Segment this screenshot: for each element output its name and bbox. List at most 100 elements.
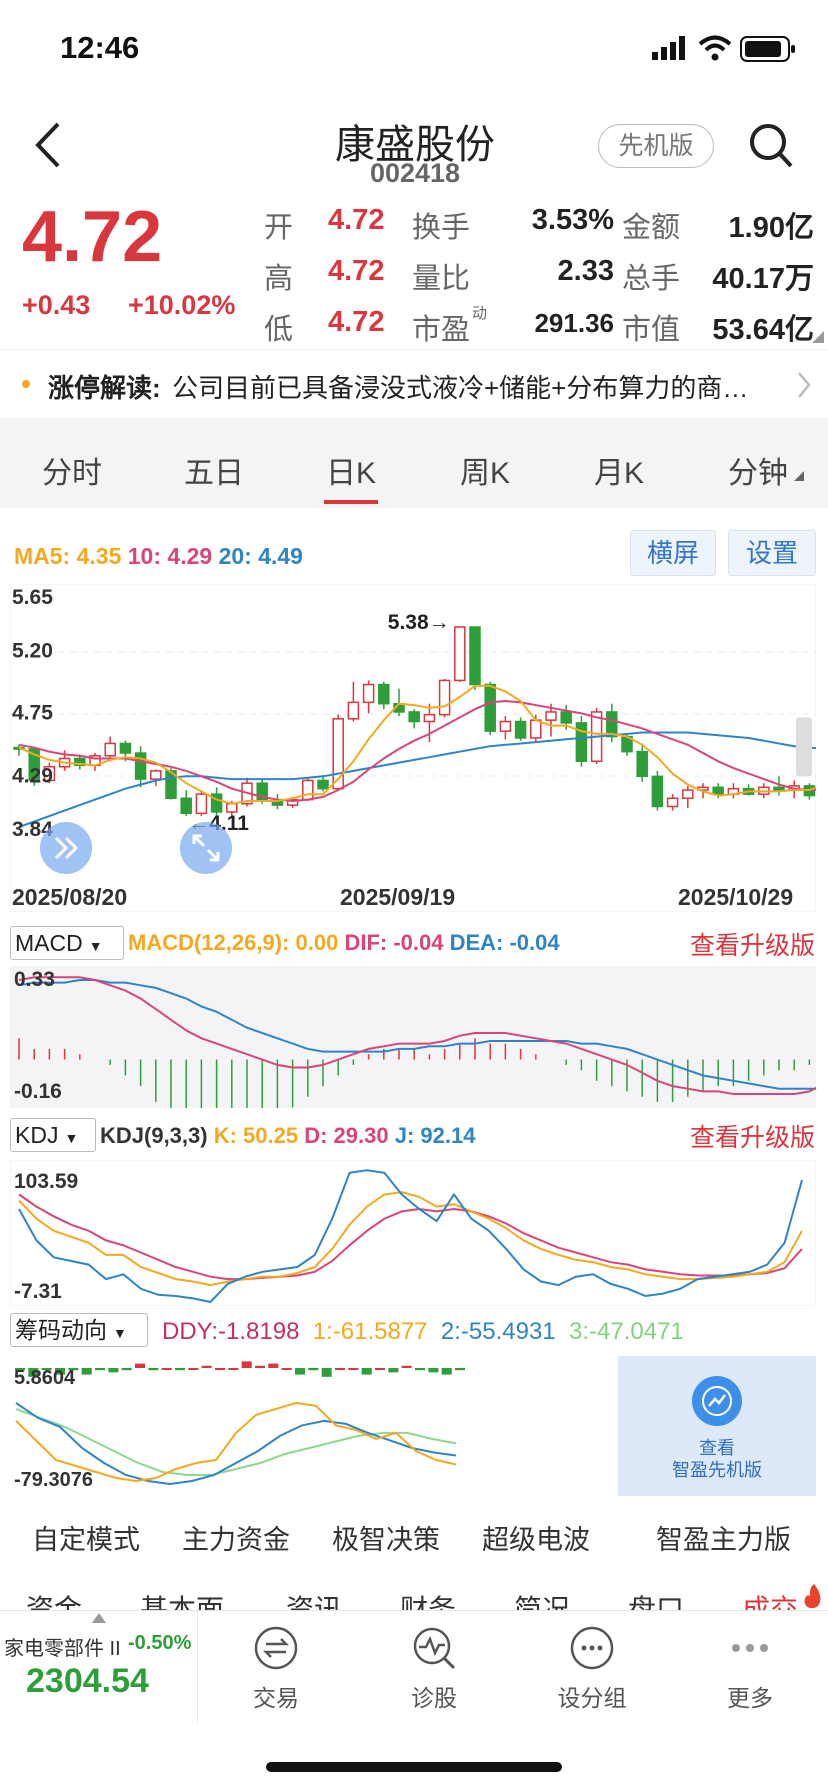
tab-custom-mode[interactable]: 自定模式	[32, 1518, 140, 1557]
quote-key: 金额	[622, 212, 681, 244]
sub-tab-orderbook[interactable]: 盘口	[628, 1588, 684, 1610]
ddy-bar	[241, 1361, 252, 1368]
news-bar[interactable]: 涨停解读: 公司目前已具备浸没式液冷+储能+分布算力的商…	[0, 350, 828, 416]
macd-dea: DEA: -0.04	[449, 930, 560, 955]
chart-trend-icon	[692, 1376, 742, 1426]
candlestick-chart[interactable]: 5.655.204.754.293.845.38→←4.11B	[10, 584, 816, 912]
tab-super-wave[interactable]: 超级电波	[482, 1518, 590, 1557]
news-label: 涨停解读:	[48, 373, 161, 403]
ma20-label: 20: 4.49	[218, 543, 303, 569]
ddy-bar	[121, 1368, 132, 1371]
tab-five-day[interactable]: 五日	[184, 448, 244, 492]
landscape-button[interactable]: 横屏	[630, 530, 716, 576]
chip-frame	[10, 1356, 618, 1496]
quote-value: 4.72	[328, 204, 385, 236]
macd-indicator-select[interactable]: MACD ▼	[10, 926, 124, 960]
quote-key: 量比	[412, 263, 471, 295]
macd-chart[interactable]: 0.33 -0.16	[10, 966, 816, 1108]
index-pct: -0.50%	[128, 1632, 192, 1654]
ddy-bar	[148, 1368, 159, 1371]
sub-tab-profile[interactable]: 简况	[514, 1588, 570, 1610]
dock-diagnose[interactable]: 诊股	[384, 1625, 484, 1713]
expand-corner-icon[interactable]	[812, 330, 824, 343]
macd-params: MACD(12,26,9): 0.00	[128, 930, 339, 955]
macd-y-max: 0.33	[14, 968, 55, 991]
trade-icon	[254, 1626, 298, 1670]
status-time: 12:46	[60, 30, 140, 65]
chip-legend: DDY:-1.8198 1:-61.5877 2:-55.4931 3:-47.…	[162, 1318, 684, 1346]
ddy-bar	[308, 1368, 319, 1371]
chip-series-1: 1:-61.5877	[312, 1318, 428, 1345]
macd-upgrade-link[interactable]: 查看升级版	[690, 926, 815, 962]
zoom-expand-button[interactable]	[180, 822, 232, 874]
tab-minute[interactable]: 分钟	[728, 448, 788, 492]
ddy-bar	[295, 1368, 305, 1375]
candle-body	[469, 626, 481, 686]
tab-main-funds[interactable]: 主力资金	[182, 1518, 290, 1557]
sub-tab-trades[interactable]: 成交	[742, 1588, 798, 1610]
kdj-params: KDJ(9,3,3)	[100, 1123, 208, 1148]
ddy-bar	[175, 1368, 185, 1371]
y-axis-label: 5.20	[12, 640, 53, 663]
candle-body	[575, 722, 588, 763]
tab-smart-main[interactable]: 智盈主力版	[656, 1518, 791, 1557]
chip-flow-chart[interactable]: 5.8604 -79.3076	[10, 1356, 618, 1496]
candle-body	[362, 683, 375, 704]
index-ticker[interactable]: 家电零部件 II -0.50% 2304.54	[0, 1610, 198, 1722]
candle-body	[378, 683, 390, 705]
ddy-bar	[348, 1368, 359, 1370]
quote-key: 总手	[622, 263, 681, 295]
index-value: 2304.54	[26, 1662, 149, 1700]
candle-body	[317, 779, 329, 790]
x-label-mid: 2025/09/19	[340, 884, 456, 910]
tab-intraday[interactable]: 分时	[42, 448, 102, 492]
kdj-upgrade-link[interactable]: 查看升级版	[690, 1118, 815, 1154]
chip-series-3: 3:-47.0471	[568, 1318, 684, 1345]
tab-daily-k[interactable]: 日K	[326, 448, 376, 492]
tab-smart-decision[interactable]: 极智决策	[332, 1518, 440, 1557]
stock-code: 002418	[369, 158, 461, 188]
tab-weekly-k[interactable]: 周K	[460, 448, 510, 492]
back-button[interactable]	[30, 120, 70, 170]
candle-body	[545, 711, 557, 721]
candle-body	[712, 786, 724, 795]
ddy-bar	[135, 1363, 145, 1368]
battery-icon	[740, 36, 796, 62]
fast-forward-button[interactable]	[40, 822, 92, 874]
ddy-bar	[228, 1368, 239, 1370]
candle-body	[150, 770, 162, 780]
more-icon	[732, 1644, 768, 1652]
chip-indicator-select[interactable]: 筹码动向 ▼	[10, 1313, 148, 1347]
pro-version-badge[interactable]: 先机版	[598, 124, 714, 168]
dock-trade[interactable]: 交易	[226, 1625, 326, 1713]
settings-button[interactable]: 设置	[728, 530, 816, 576]
candle-body	[651, 775, 664, 808]
ddy-bar	[281, 1368, 292, 1370]
dock-group[interactable]: 设分组	[542, 1625, 642, 1713]
ddy-bar	[201, 1365, 212, 1368]
search-icon[interactable]	[748, 122, 794, 170]
macd-select-label: MACD	[15, 930, 83, 956]
ddy-bar	[428, 1368, 439, 1373]
candle-body	[514, 720, 527, 739]
smart-pro-panel[interactable]: 查看 智盈先机版	[618, 1356, 816, 1496]
kdj-j: J: 92.14	[394, 1123, 476, 1148]
tab-monthly-k[interactable]: 月K	[594, 448, 644, 492]
candle-body	[104, 742, 116, 757]
sub-tab-news[interactable]: 资讯	[286, 1588, 342, 1610]
ddy-bar	[268, 1363, 279, 1368]
sub-tab-fundamentals[interactable]: 基本面	[140, 1588, 224, 1610]
sub-tab-finance[interactable]: 财务	[400, 1588, 456, 1610]
news-text: 公司目前已具备浸没式液冷+储能+分布算力的商…	[172, 373, 749, 403]
quote-key: 开	[264, 212, 294, 244]
ddy-bar	[361, 1368, 372, 1375]
kdj-d: D: 29.30	[304, 1123, 389, 1148]
ddy-bar	[255, 1365, 265, 1368]
y-axis-label: 4.29	[12, 764, 53, 787]
dock-more[interactable]: 更多	[700, 1625, 800, 1713]
kdj-indicator-select[interactable]: KDJ ▼	[10, 1118, 96, 1152]
sub-tabs: 资金 基本面 资讯 财务 简况 盘口 成交	[0, 1582, 828, 1610]
sub-tab-funds[interactable]: 资金	[26, 1588, 82, 1610]
kdj-chart[interactable]: 103.59 -7.31	[10, 1160, 816, 1306]
ddy-bar	[415, 1368, 425, 1371]
